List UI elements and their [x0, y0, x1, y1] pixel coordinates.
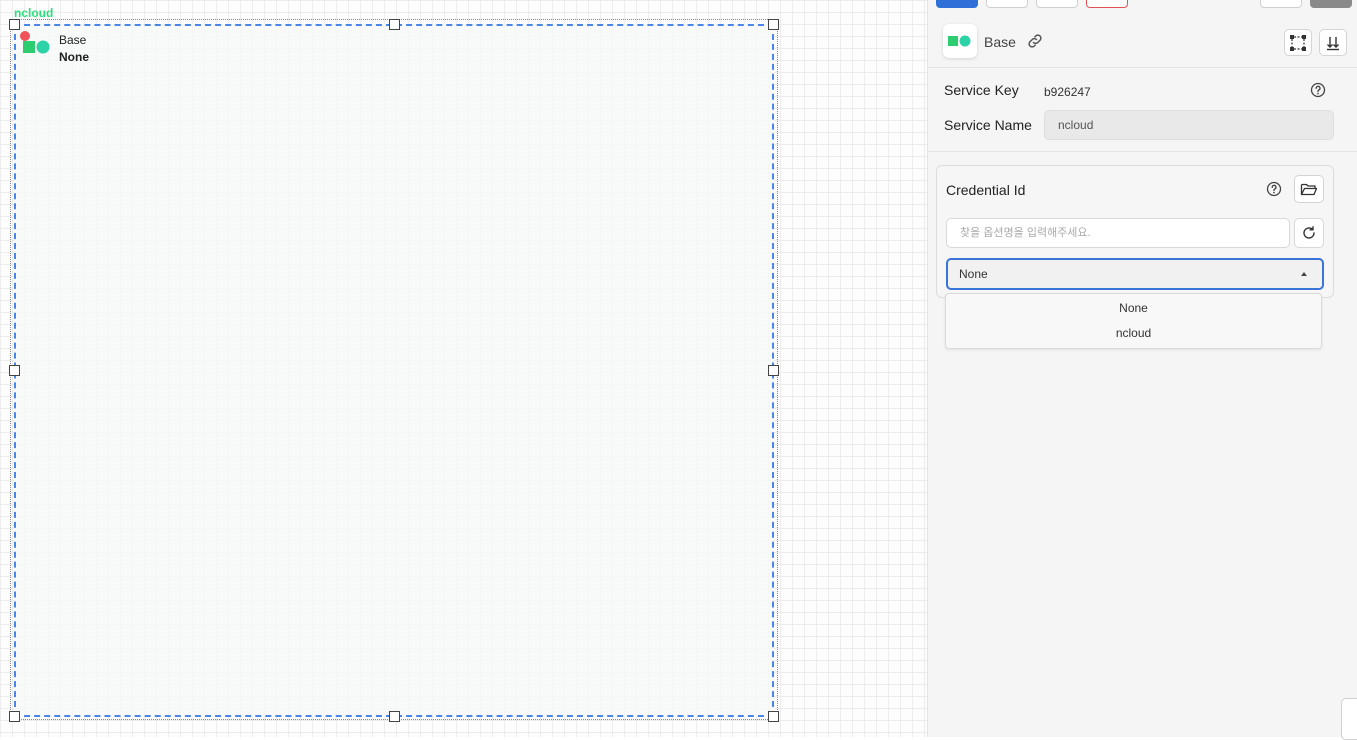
top-primary-button[interactable] — [936, 0, 978, 8]
top-button-6[interactable] — [1310, 0, 1352, 8]
resize-handle-left[interactable] — [9, 365, 20, 376]
sort-arrows-icon — [1327, 36, 1339, 50]
help-icon[interactable] — [1310, 82, 1326, 98]
credential-title: Credential Id — [946, 182, 1026, 198]
resize-handle-top-right[interactable] — [768, 19, 779, 30]
top-button-3[interactable] — [1036, 0, 1078, 8]
ncloud-logo-icon — [20, 31, 50, 54]
sort-button[interactable] — [1319, 29, 1347, 56]
credential-select[interactable]: None — [946, 258, 1324, 290]
resize-handle-top[interactable] — [389, 19, 400, 30]
caret-up-icon — [1301, 272, 1307, 276]
help-icon[interactable] — [1266, 181, 1282, 197]
ncloud-logo-icon — [948, 35, 971, 47]
link-icon[interactable] — [1026, 32, 1044, 50]
credential-select-value: None — [959, 267, 988, 281]
group-node[interactable] — [14, 24, 774, 717]
open-folder-button[interactable] — [1294, 175, 1324, 203]
node-icon-box — [943, 24, 977, 58]
service-key-label: Service Key — [944, 82, 1019, 98]
folder-open-icon — [1300, 183, 1318, 196]
service-name-input[interactable]: ncloud — [1044, 110, 1334, 140]
canvas-group-label: ncloud — [14, 6, 54, 20]
resize-handle-right[interactable] — [768, 365, 779, 376]
resize-handle-bottom-left[interactable] — [9, 711, 20, 722]
top-button-5[interactable] — [1260, 0, 1302, 8]
node-value-label: None — [59, 50, 89, 64]
canvas[interactable]: ncloud Base None — [0, 0, 927, 737]
refresh-button[interactable] — [1294, 218, 1324, 248]
credential-dropdown: None ncloud — [945, 293, 1322, 349]
divider — [928, 151, 1357, 152]
properties-panel: Base Service Key b926247 Service Name nc… — [927, 0, 1357, 740]
node-frame-button[interactable] — [1284, 29, 1312, 56]
top-button-2[interactable] — [986, 0, 1028, 8]
side-drawer-tab[interactable] — [1341, 698, 1357, 740]
resize-handle-top-left[interactable] — [9, 19, 20, 30]
credential-card: Credential Id 찾을 옵션명을 입력해주세요. None — [936, 165, 1334, 298]
node-frame-icon — [1290, 34, 1306, 51]
panel-header: Base — [928, 22, 1357, 68]
top-delete-button[interactable] — [1086, 0, 1128, 8]
dropdown-option-none[interactable]: None — [946, 301, 1321, 315]
service-key-value: b926247 — [1044, 85, 1091, 99]
panel-title: Base — [984, 34, 1016, 50]
dropdown-option-ncloud[interactable]: ncloud — [946, 326, 1321, 340]
node-type-label: Base — [59, 33, 87, 47]
option-search-input[interactable]: 찾을 옵션명을 입력해주세요. — [946, 218, 1290, 248]
resize-handle-bottom-right[interactable] — [768, 711, 779, 722]
resize-handle-bottom[interactable] — [389, 711, 400, 722]
refresh-icon — [1303, 226, 1315, 239]
service-name-label: Service Name — [944, 117, 1032, 133]
